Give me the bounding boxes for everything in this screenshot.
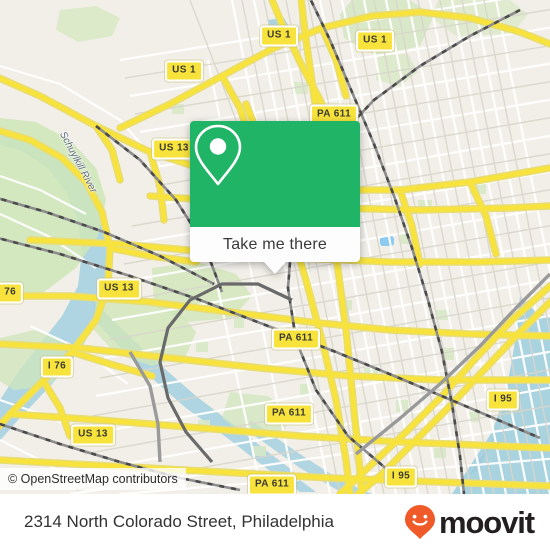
road-shield[interactable]: I 76 <box>0 282 24 304</box>
road-shield[interactable]: I 95 <box>384 466 418 488</box>
road-shield[interactable]: US 13 <box>71 424 115 446</box>
road-shield[interactable]: PA 611 <box>271 328 321 350</box>
map-canvas[interactable]: Schuylkill River US 1 US 1 US 1 PA 611 U… <box>0 0 550 494</box>
moovit-wordmark: moovit <box>438 504 535 540</box>
footer-bar: 2314 North Colorado Street, Philadelphia… <box>0 494 550 550</box>
moovit-pin-icon <box>404 505 435 539</box>
popup-body[interactable]: Take me there <box>190 227 360 262</box>
map-pin-icon <box>194 124 242 186</box>
map-screenshot: Schuylkill River US 1 US 1 US 1 PA 611 U… <box>0 0 550 550</box>
popup-tail <box>264 262 286 274</box>
location-popup-card[interactable]: Take me there <box>190 121 360 274</box>
road-shield[interactable]: US 1 <box>356 30 394 52</box>
popup-header <box>190 121 360 227</box>
road-shield[interactable]: PA 611 <box>264 403 314 425</box>
road-shield[interactable]: I 95 <box>486 389 520 411</box>
road-shield[interactable]: PA 611 <box>247 474 297 494</box>
road-shield[interactable]: I 76 <box>40 356 74 378</box>
address-label: 2314 North Colorado Street, Philadelphia <box>24 512 334 531</box>
road-shield[interactable]: US 1 <box>260 25 298 47</box>
osm-attribution[interactable]: © OpenStreetMap contributors <box>0 468 186 490</box>
road-shield[interactable]: US 1 <box>165 60 203 82</box>
road-shield[interactable]: US 13 <box>97 278 141 300</box>
take-me-there-label: Take me there <box>223 235 327 253</box>
moovit-logo[interactable]: moovit <box>404 504 535 540</box>
